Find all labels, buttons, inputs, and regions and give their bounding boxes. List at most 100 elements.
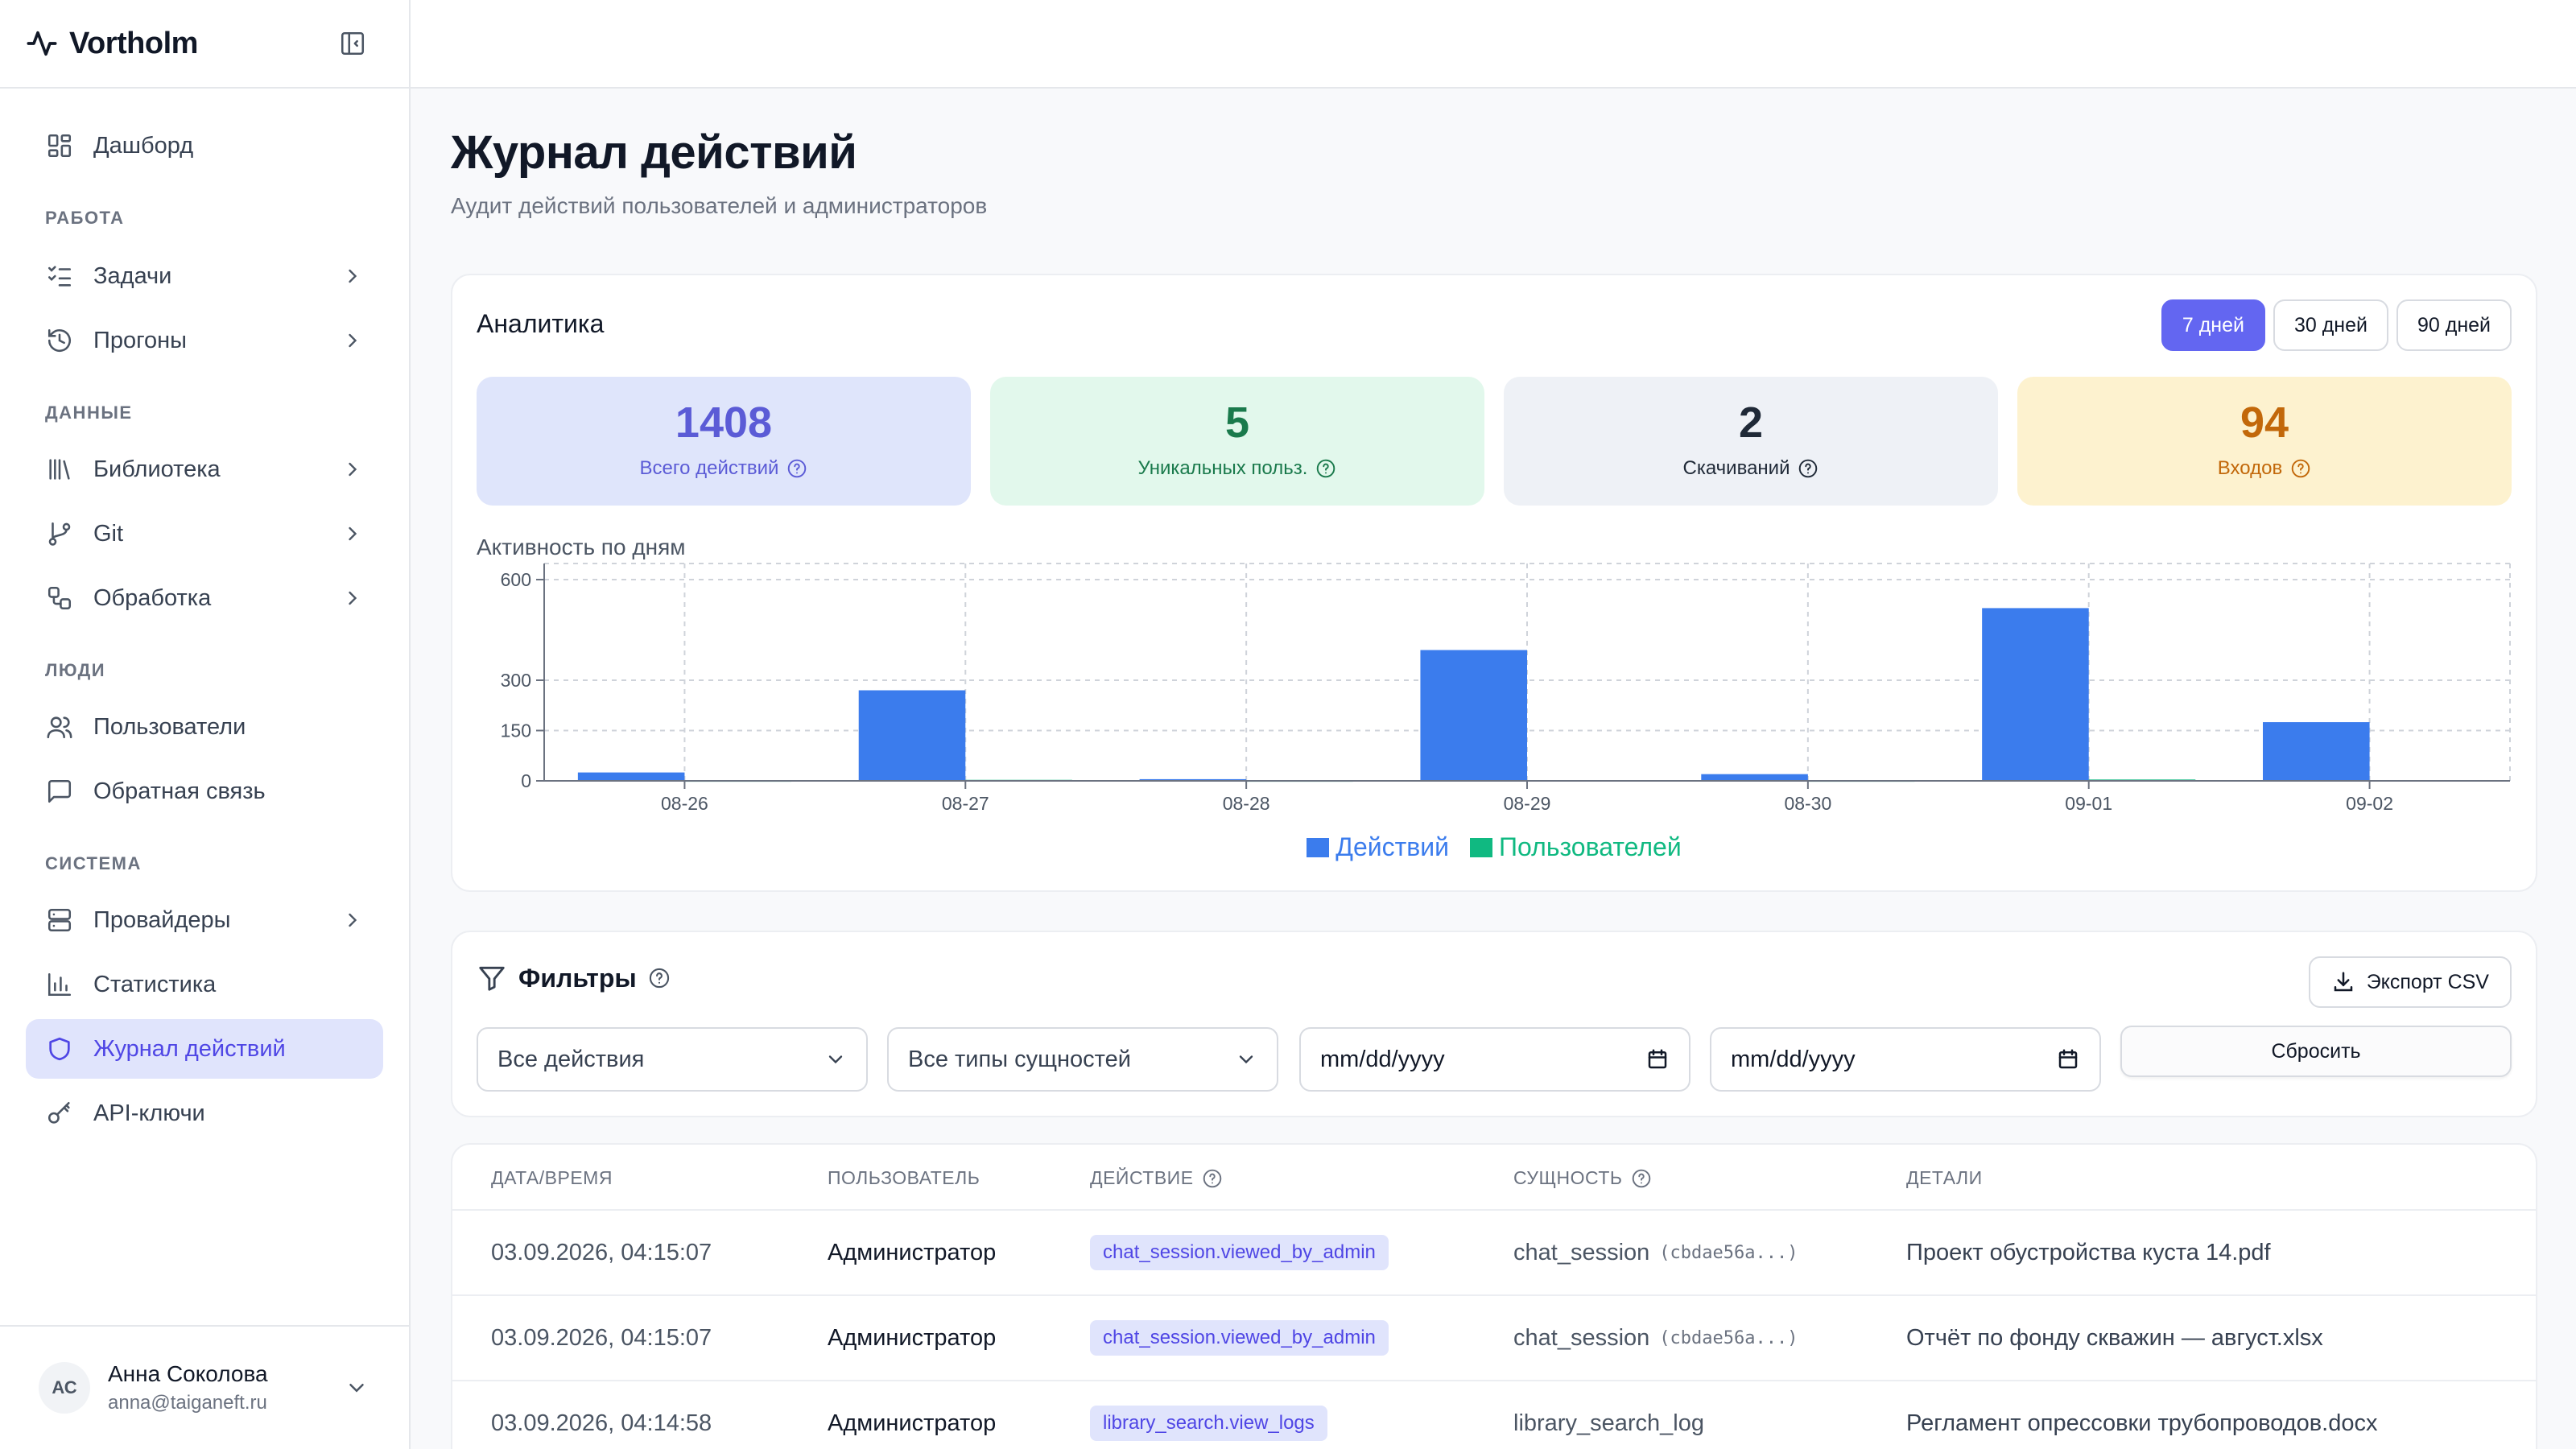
activity-pulse-icon: [26, 27, 58, 60]
column-header-action[interactable]: ДЕЙСТВИЕ: [1090, 1167, 1223, 1189]
sidebar-item-label: Статистика: [93, 971, 217, 997]
entity-type-select[interactable]: Все типы сущностей: [887, 1027, 1278, 1092]
avatar: АС: [39, 1362, 90, 1414]
cell-details: Регламент опрессовки трубопроводов.docx: [1906, 1410, 2378, 1436]
cell-user: Администратор: [828, 1410, 997, 1436]
x-tick-label: 08-30: [1784, 793, 1831, 814]
sidebar: Vortholm Дашборд РАБОТА Задачи Прогоны Д…: [0, 0, 411, 1449]
library-icon: [45, 455, 74, 484]
chart-bar-actions: [858, 690, 966, 781]
y-tick-label: 600: [501, 569, 531, 590]
column-label: ПОЛЬЗОВАТЕЛЬ: [828, 1167, 980, 1188]
y-tick-label: 0: [521, 770, 531, 791]
legend-label: Действий: [1335, 832, 1450, 861]
chevron-down-icon: [1239, 1055, 1253, 1064]
chevron-right-icon: [349, 913, 357, 927]
help-circle-icon[interactable]: [1631, 1168, 1652, 1189]
user-name: Анна Соколова: [108, 1361, 268, 1386]
activity-bar-chart: 0 150 300 600 08-26 08-27 08-28 08-29 08-30 09-01…: [501, 563, 2511, 814]
sidebar-item-processing[interactable]: Обработка: [26, 568, 383, 628]
date-from-input[interactable]: mm/dd/yyyy: [1299, 1027, 1690, 1092]
chart-bar-actions: [1701, 774, 1808, 781]
sidebar-item-git[interactable]: Git: [26, 504, 383, 564]
export-csv-button[interactable]: Экспорт CSV: [2308, 956, 2512, 1008]
help-circle-icon[interactable]: [1202, 1168, 1223, 1189]
legend-item-users[interactable]: Пользователей: [1470, 832, 1682, 862]
shield-icon: [45, 1034, 74, 1063]
user-menu[interactable]: АС Анна Соколова anna@taiganeft.ru: [0, 1325, 409, 1449]
action-type-select[interactable]: Все действия: [477, 1027, 868, 1092]
table-row[interactable]: 03.09.2026, 04:14:58 Администратор libra…: [452, 1381, 2536, 1449]
select-value: Все типы сущностей: [908, 1046, 1131, 1072]
chart-bar-actions: [577, 772, 685, 781]
calendar-icon[interactable]: [2056, 1047, 2080, 1071]
sidebar-item-label: Обратная связь: [93, 778, 266, 804]
column-header-entity[interactable]: СУЩНОСТЬ: [1513, 1167, 1652, 1189]
cell-datetime: 03.09.2026, 04:14:58: [491, 1410, 712, 1436]
sidebar-item-runs[interactable]: Прогоны: [26, 311, 383, 370]
cell-details: Проект обустройства куста 14.pdf: [1906, 1239, 2271, 1265]
sidebar-item-tasks[interactable]: Задачи: [26, 246, 383, 306]
dashboard-grid-icon: [45, 131, 74, 160]
column-header-user[interactable]: ПОЛЬЗОВАТЕЛЬ: [828, 1167, 980, 1189]
sidebar-item-library[interactable]: Библиотека: [26, 440, 383, 499]
column-label: ДЕТАЛИ: [1906, 1167, 1983, 1188]
sidebar-item-users[interactable]: Пользователи: [26, 697, 383, 757]
server-icon: [45, 906, 74, 935]
y-tick-label: 300: [501, 670, 531, 691]
section-label-work: РАБОТА: [45, 208, 125, 228]
sidebar-item-statistics[interactable]: Статистика: [26, 955, 383, 1014]
cell-entity: library_search_log: [1513, 1381, 1714, 1449]
legend-swatch: [1307, 837, 1330, 857]
collapse-sidebar-button[interactable]: [336, 27, 369, 60]
chevron-right-icon: [349, 526, 357, 541]
topbar: [411, 0, 2576, 89]
date-to-input[interactable]: mm/dd/yyyy: [1710, 1027, 2101, 1092]
legend-item-actions[interactable]: Действий: [1307, 832, 1449, 862]
sidebar-item-label: Обработка: [93, 584, 212, 611]
action-badge: library_search.view_logs: [1090, 1406, 1327, 1441]
table-row[interactable]: 03.09.2026, 04:15:07 Администратор chat_…: [452, 1296, 2536, 1381]
sidebar-item-dashboard[interactable]: Дашборд: [26, 116, 383, 175]
x-tick-label: 08-26: [661, 793, 708, 814]
brand-logo[interactable]: Vortholm: [26, 27, 198, 61]
sidebar-item-providers[interactable]: Провайдеры: [26, 890, 383, 950]
section-label-data: ДАННЫЕ: [45, 402, 133, 423]
sidebar-item-activity-log[interactable]: Журнал действий: [26, 1019, 383, 1079]
calendar-icon[interactable]: [1645, 1047, 1670, 1071]
x-tick-label: 08-27: [942, 793, 989, 814]
sidebar-item-label: Провайдеры: [93, 906, 231, 933]
section-label-people: ЛЮДИ: [45, 660, 106, 680]
legend-label: Пользователей: [1499, 832, 1682, 861]
chart-bar-actions: [1420, 650, 1527, 781]
column-label: ДЕЙСТВИЕ: [1090, 1167, 1194, 1188]
sidebar-item-api-keys[interactable]: API-ключи: [26, 1084, 383, 1143]
action-badge: chat_session.viewed_by_admin: [1090, 1320, 1389, 1356]
history-icon: [45, 326, 74, 355]
workflow-icon: [45, 584, 74, 613]
brand-name: Vortholm: [69, 26, 198, 60]
reset-filters-button[interactable]: Сбросить: [2120, 1026, 2512, 1077]
entity-type: library_search_log: [1513, 1410, 1704, 1436]
sidebar-item-label: API-ключи: [93, 1100, 205, 1126]
chevron-down-icon: [828, 1055, 843, 1064]
cell-user: Администратор: [828, 1324, 997, 1351]
sidebar-header: Vortholm: [0, 0, 409, 89]
sidebar-item-label: Задачи: [93, 262, 172, 289]
column-header-details[interactable]: ДЕТАЛИ: [1906, 1167, 1983, 1189]
sidebar-item-label: Git: [93, 520, 124, 547]
y-tick-label: 150: [501, 720, 531, 741]
column-label: СУЩНОСТЬ: [1513, 1167, 1623, 1188]
page-subtitle: Аудит действий пользователей и администр…: [451, 193, 988, 218]
list-checks-icon: [45, 262, 74, 291]
filters-card: Фильтры Экспорт CSV Все действия Все тип…: [451, 931, 2537, 1117]
date-placeholder: mm/dd/yyyy: [1320, 1046, 1445, 1072]
sidebar-item-label: Библиотека: [93, 456, 221, 482]
table-row[interactable]: 03.09.2026, 04:15:07 Администратор chat_…: [452, 1211, 2536, 1296]
help-circle-icon[interactable]: [648, 967, 671, 989]
sidebar-item-label: Дашборд: [93, 132, 194, 159]
sidebar-item-feedback[interactable]: Обратная связь: [26, 762, 383, 821]
chart-bar-actions: [2263, 722, 2370, 781]
filter-funnel-icon: [479, 966, 505, 991]
column-header-datetime[interactable]: ДАТА/ВРЕМЯ: [491, 1167, 613, 1189]
